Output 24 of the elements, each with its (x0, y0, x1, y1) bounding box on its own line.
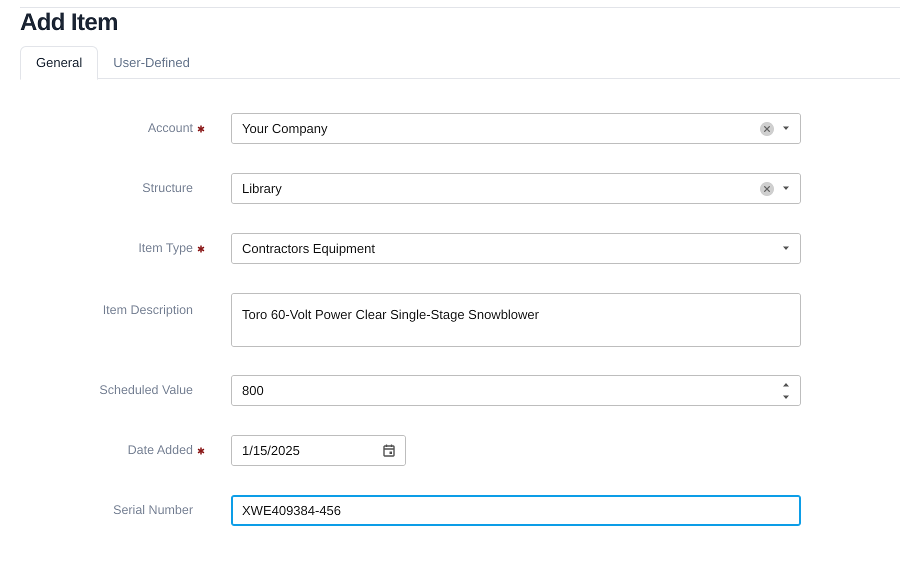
field-label: Structure (142, 180, 193, 196)
clear-icon[interactable] (760, 182, 774, 196)
page-title: Add Item (20, 9, 118, 37)
tab[interactable]: User-Defined (98, 46, 205, 79)
calendar-icon[interactable] (383, 444, 395, 457)
clear-icon[interactable] (760, 122, 774, 136)
spinner-arrows-icon[interactable] (782, 382, 790, 400)
field-label: Scheduled Value (99, 382, 193, 398)
text-area[interactable]: Toro 60-Volt Power Clear Single-Stage Snowblower (231, 293, 801, 347)
dropdown-field[interactable]: Contractors Equipment (231, 233, 801, 264)
input-field[interactable]: XWE409384-456 (231, 495, 801, 526)
tab[interactable]: General (20, 46, 98, 80)
field-label: Date Added (128, 442, 193, 458)
caret-icon[interactable] (782, 126, 790, 131)
field-label: Serial Number (113, 502, 193, 518)
date-field[interactable]: 1/15/2025 (231, 435, 406, 466)
caret-icon[interactable] (782, 246, 790, 251)
number-field[interactable]: 800 (231, 375, 801, 406)
field-label: Account (148, 120, 193, 136)
field-label: Item Type (138, 240, 193, 256)
dropdown-field[interactable]: Your Company (231, 113, 801, 144)
field-label: Item Description (102, 303, 193, 318)
dropdown-field[interactable]: Library (231, 173, 801, 204)
caret-icon[interactable] (782, 186, 790, 191)
